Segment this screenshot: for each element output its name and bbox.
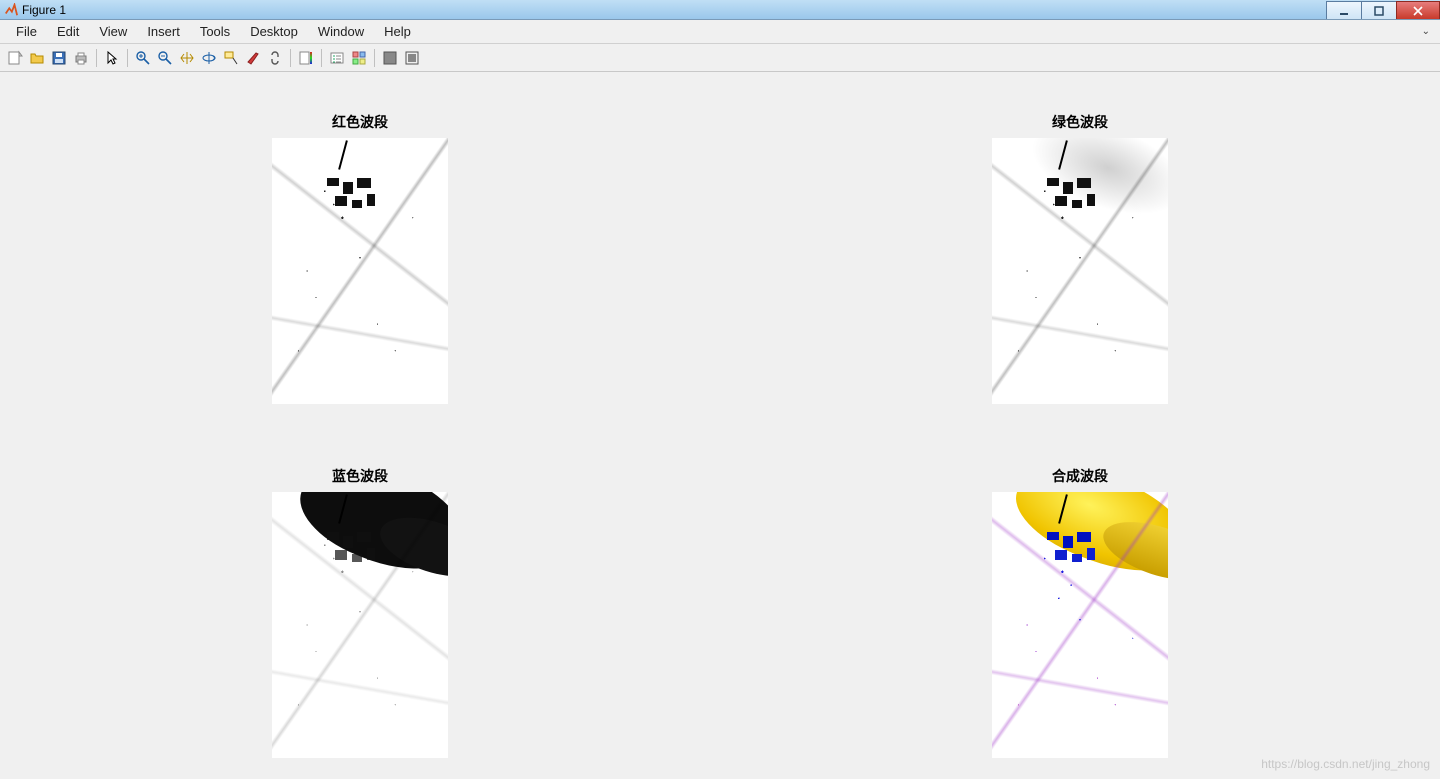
subplot-grid: 红色波段 绿色波段 蓝色波段	[0, 72, 1440, 779]
close-button[interactable]	[1396, 1, 1440, 19]
save-button[interactable]	[48, 47, 70, 69]
menu-help[interactable]: Help	[374, 22, 421, 41]
menubar: File Edit View Insert Tools Desktop Wind…	[0, 20, 1440, 44]
subplot-2-image[interactable]	[992, 138, 1168, 404]
subplot-2: 绿色波段	[720, 72, 1440, 426]
subplot-4: 合成波段	[720, 426, 1440, 779]
subplot-1: 红色波段	[0, 72, 720, 426]
subplot-3-title: 蓝色波段	[332, 466, 388, 486]
toolbar-separator	[96, 49, 97, 67]
menu-window[interactable]: Window	[308, 22, 374, 41]
toolbar-separator	[127, 49, 128, 67]
toolbar-separator	[374, 49, 375, 67]
toolbar-separator	[290, 49, 291, 67]
insert-legend-button[interactable]	[326, 47, 348, 69]
window-titlebar: Figure 1	[0, 0, 1440, 20]
subplot-4-title: 合成波段	[1052, 466, 1108, 486]
menu-desktop[interactable]: Desktop	[240, 22, 308, 41]
subplot-4-image[interactable]	[992, 492, 1168, 758]
menu-tools[interactable]: Tools	[190, 22, 240, 41]
menu-file[interactable]: File	[6, 22, 47, 41]
plot-layout-button[interactable]	[348, 47, 370, 69]
minimize-button[interactable]	[1326, 1, 1362, 19]
brush-button[interactable]	[242, 47, 264, 69]
window-title: Figure 1	[22, 3, 66, 17]
menu-edit[interactable]: Edit	[47, 22, 89, 41]
menu-view[interactable]: View	[89, 22, 137, 41]
show-plot-tools-button[interactable]	[401, 47, 423, 69]
subplot-3: 蓝色波段	[0, 426, 720, 779]
subplot-2-title: 绿色波段	[1052, 112, 1108, 132]
subplot-1-image[interactable]	[272, 138, 448, 404]
window-controls	[1326, 0, 1440, 19]
subplot-1-title: 红色波段	[332, 112, 388, 132]
new-figure-button[interactable]	[4, 47, 26, 69]
hide-plot-tools-button[interactable]	[379, 47, 401, 69]
menubar-overflow-icon[interactable]: ⌄	[1422, 26, 1434, 37]
link-plots-button[interactable]	[264, 47, 286, 69]
insert-colorbar-button[interactable]	[295, 47, 317, 69]
open-button[interactable]	[26, 47, 48, 69]
matlab-icon	[4, 3, 18, 17]
zoom-out-button[interactable]	[154, 47, 176, 69]
menu-insert[interactable]: Insert	[137, 22, 190, 41]
subplot-3-image[interactable]	[272, 492, 448, 758]
figure-canvas[interactable]: 红色波段 绿色波段 蓝色波段	[0, 72, 1440, 779]
toolbar	[0, 44, 1440, 72]
zoom-in-button[interactable]	[132, 47, 154, 69]
pan-button[interactable]	[176, 47, 198, 69]
maximize-button[interactable]	[1361, 1, 1397, 19]
pointer-button[interactable]	[101, 47, 123, 69]
rotate-3d-button[interactable]	[198, 47, 220, 69]
toolbar-separator	[321, 49, 322, 67]
print-button[interactable]	[70, 47, 92, 69]
data-cursor-button[interactable]	[220, 47, 242, 69]
